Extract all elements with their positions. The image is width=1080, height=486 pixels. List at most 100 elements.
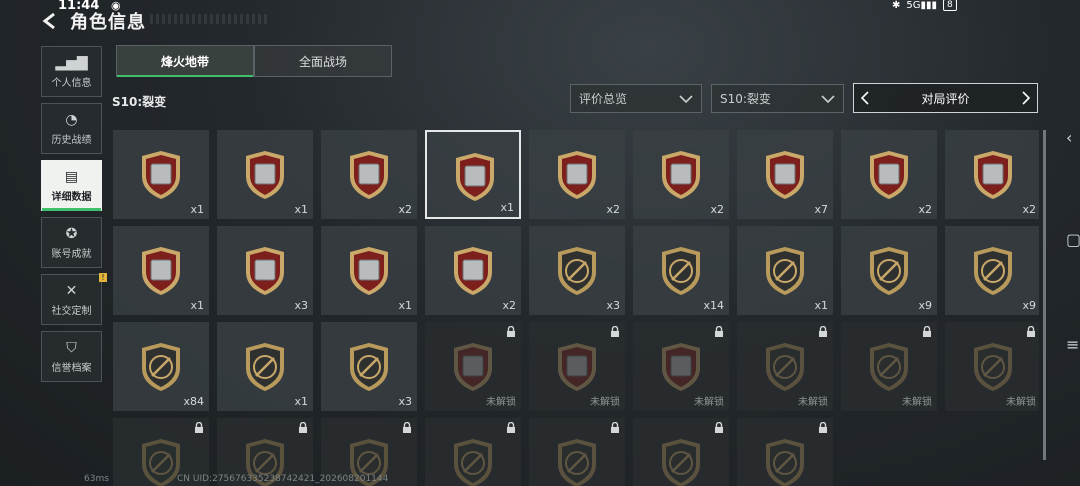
item-cell[interactable]: 未解锁: [529, 322, 625, 411]
edge-square-icon[interactable]: ▢: [1066, 230, 1080, 249]
golden-tank-icon: [350, 151, 388, 199]
crosshair-icon: [766, 343, 804, 391]
golden-frame-icon: [246, 247, 284, 295]
tools-icon: ✕: [65, 283, 78, 299]
back-button[interactable]: [38, 10, 60, 32]
item-cell[interactable]: x1: [737, 226, 833, 315]
wreath-emblem-icon: [142, 343, 180, 391]
tab-hazard-zone[interactable]: 烽火地带: [116, 45, 254, 77]
item-count: x1: [814, 299, 828, 312]
tab-all-out-warfare[interactable]: 全面战场: [254, 45, 392, 77]
item-cell[interactable]: x2: [321, 130, 417, 219]
item-grid: x1 x1 x2 x1 x2 x2 x7 x2 x2 x1 x3 x1 x2 x3 x14 x1 x9 x9 x84…: [113, 130, 1039, 486]
locked-status: 未解锁: [486, 397, 516, 408]
item-cell[interactable]: x14: [633, 226, 729, 315]
item-cell[interactable]: x84: [113, 322, 209, 411]
item-count: x84: [183, 395, 204, 408]
rank-emblem-icon: [246, 343, 284, 391]
item-cell[interactable]: x9: [945, 226, 1039, 315]
lock-icon: [923, 326, 931, 337]
metal-plate-icon: [662, 151, 700, 199]
lock-icon: [611, 422, 619, 433]
sidebar-item-label: 信誉档案: [51, 363, 92, 374]
lock-icon: [507, 326, 515, 337]
item-cell[interactable]: 未解锁: [945, 322, 1039, 411]
lock-icon: [715, 326, 723, 337]
sidebar-item-label: 详细数据: [51, 192, 92, 203]
item-cell[interactable]: 未解锁: [633, 322, 729, 411]
item-count: x1: [294, 203, 308, 216]
item-cell[interactable]: x2: [529, 130, 625, 219]
uid-text: CN UID:275676335238742421_202608201144: [177, 474, 389, 484]
crosshair-rifle-2-icon: [662, 247, 700, 295]
item-cell[interactable]: x2: [945, 130, 1039, 219]
medal-icon: ✪: [65, 226, 78, 242]
lock-icon: [1027, 326, 1035, 337]
sidebar-item-label: 账号成就: [51, 249, 92, 260]
item-count: x2: [918, 203, 932, 216]
crosshair-rifle-2-icon: [974, 343, 1012, 391]
locked-status: 未解锁: [798, 397, 828, 408]
evaluation-pager: 对局评价: [853, 83, 1038, 113]
section-title: S10:裂变: [112, 95, 167, 109]
ping-readout: 63ms: [84, 474, 109, 484]
item-cell[interactable]: x7: [737, 130, 833, 219]
edge-menu-icon[interactable]: ≡: [1066, 335, 1079, 354]
item-cell[interactable]: x3: [529, 226, 625, 315]
lock-icon: [819, 422, 827, 433]
locked-status: 未解锁: [1006, 397, 1036, 408]
item-cell[interactable]: x1: [321, 226, 417, 315]
item-cell[interactable]: x9: [841, 226, 937, 315]
lock-icon: [715, 422, 723, 433]
crosshair-knife-icon: [870, 247, 908, 295]
sidebar-item-detailed-data[interactable]: ▤ 详细数据: [41, 160, 102, 211]
item-cell[interactable]: x2: [633, 130, 729, 219]
glass-jar-icon: [350, 247, 388, 295]
mode-tabs: 烽火地带 全面战场: [116, 45, 392, 77]
lock-icon: [299, 422, 307, 433]
item-cell[interactable]: x1: [113, 130, 209, 219]
sidebar-item-personal-info[interactable]: ▂▅▇ 个人信息: [41, 46, 102, 97]
item-cell[interactable]: x1: [217, 322, 313, 411]
status-bar: 11:44 ◉ ✱ 5G▮▮▮ 8: [0, 0, 1080, 14]
lock-icon: [507, 422, 515, 433]
category-dropdown[interactable]: 评价总览: [570, 84, 702, 113]
page-title: 角色信息: [70, 12, 146, 33]
sidebar-item-label: 社交定制: [51, 306, 92, 317]
item-count: x1: [398, 299, 412, 312]
item-cell[interactable]: x1: [113, 226, 209, 315]
chevron-down-icon: [679, 94, 693, 103]
locked-status: 未解锁: [902, 397, 932, 408]
folder-icon: ▤: [64, 169, 79, 185]
server-unit-icon: [870, 151, 908, 199]
item-cell[interactable]: 未解锁: [737, 322, 833, 411]
computer-icon: [456, 153, 494, 201]
item-cell[interactable]: x1: [217, 130, 313, 219]
item-count: x3: [398, 395, 412, 408]
item-cell[interactable]: 未解锁: [841, 322, 937, 411]
chest-icon: [558, 343, 596, 391]
mechanical-box-icon: [142, 247, 180, 295]
edge-arrow-icon[interactable]: ‹: [1066, 128, 1072, 147]
item-count: x9: [918, 299, 932, 312]
scrollbar[interactable]: [1043, 130, 1046, 460]
item-count: x9: [1022, 299, 1036, 312]
lock-icon: [819, 326, 827, 337]
prev-arrow-icon[interactable]: [860, 90, 870, 106]
item-cell[interactable]: x1: [425, 130, 521, 219]
next-arrow-icon[interactable]: [1021, 90, 1031, 106]
season-dropdown[interactable]: S10:裂变: [711, 84, 844, 113]
shield-icon: ⛉: [66, 340, 77, 356]
item-cell[interactable]: x2: [425, 226, 521, 315]
item-cell[interactable]: 未解锁: [425, 322, 521, 411]
item-cell[interactable]: x3: [321, 322, 417, 411]
sidebar-item-achievements[interactable]: ✪ 账号成就: [41, 217, 102, 268]
sidebar-item-social[interactable]: ✕ 社交定制 !: [41, 273, 107, 325]
item-cell[interactable]: x2: [841, 130, 937, 219]
sidebar-item-history[interactable]: ◔ 历史战绩: [41, 103, 102, 154]
sidebar-item-reputation[interactable]: ⛉ 信誉档案: [41, 331, 102, 382]
item-cell[interactable]: x3: [217, 226, 313, 315]
locked-status: 未解锁: [694, 397, 724, 408]
lock-icon: [611, 326, 619, 337]
bar-chart-icon: ▂▅▇: [55, 55, 88, 71]
